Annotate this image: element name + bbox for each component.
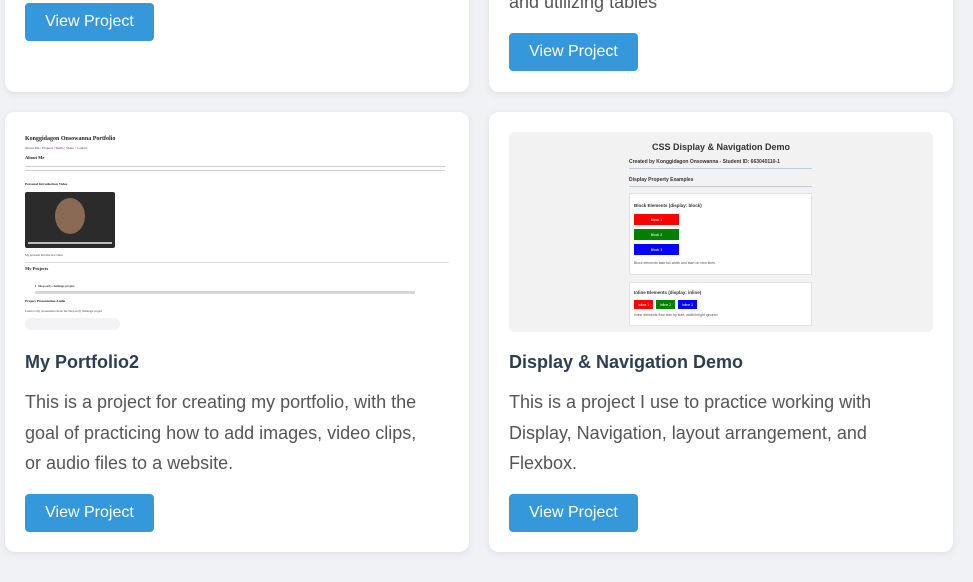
thumb-section-heading: Display Property Examples [629,177,812,187]
thumb-block-example: Block Elements (display: block) Block 1 … [629,193,812,275]
card-description: and utilizing tables [509,0,658,12]
thumb-heading: Personal Introduction Video [25,182,68,186]
view-project-button[interactable]: View Project [25,3,154,41]
thumb-inline-item: Inline 1 [634,300,653,309]
view-project-button[interactable]: View Project [509,33,638,71]
thumb-inline-note: Inline elements flow side by side, width… [634,313,718,317]
card-description-line: or audio files to a website. [25,453,234,473]
thumb-inline-item: Inline 3 [678,300,697,309]
thumb-audio-player [25,318,120,330]
view-project-button[interactable]: View Project [509,494,638,532]
card-description-line: This is a project for creating my portfo… [25,392,417,412]
card-description-line: This is a project I use to practice work… [509,392,872,412]
thumb-text: My personal introduction video [25,253,63,257]
thumb-page-title: Konggidagon Onsowanna Portfolio [25,136,116,142]
card-title: Display & Navigation Demo [509,352,744,372]
thumb-block-item: Block 1 [634,214,679,225]
card-description-line: Display, Navigation, layout arrangement,… [509,422,867,443]
project-card-portfolio2: Konggidagon Onsowanna Portfolio About Me… [5,112,469,552]
thumb-video [25,192,115,248]
thumb-block-item: Block 2 [634,229,679,240]
card-description: This is a project for creating my portfo… [25,387,455,479]
thumb-text [25,166,445,174]
card-description-line: goal of practicing how to add images, vi… [25,422,417,443]
thumb-heading: Project Presentation Audio [25,299,66,303]
thumb-block-note: Block elements take full width and start… [634,261,715,265]
thumb-inline-example: Inline Elements (display: inline) Inline… [629,282,812,326]
thumb-inline-label: Inline Elements (display: inline) [634,290,702,295]
thumb-divider [25,262,449,263]
project-card-top-left: View Project [5,0,469,92]
thumb-nav: About Me | Projects | Skills | Video | C… [25,146,88,150]
project-thumbnail[interactable]: CSS Display & Navigation Demo Created by… [509,132,933,332]
thumb-video-frame [55,198,85,234]
thumb-created-by: Created by Konggidagon Onsowanna - Stude… [629,159,812,169]
thumb-text: 1. Shop early challenge project. [35,284,76,288]
thumb-heading: My Projects [25,266,49,271]
thumb-text: Listen to my presentation about the Shop… [25,309,103,313]
thumb-block-item: Block 3 [634,244,679,255]
project-card-top-right: and utilizing tables View Project [489,0,953,92]
thumb-video-controls [28,242,112,244]
thumb-inline-item: Inline 2 [656,300,675,309]
card-description: This is a project I use to practice work… [509,387,939,479]
thumb-text [35,291,415,294]
project-thumbnail[interactable]: Konggidagon Onsowanna Portfolio About Me… [25,132,449,332]
thumb-heading: About Me [25,155,45,160]
card-description-line: Flexbox. [509,453,578,473]
card-title: My Portfolio2 [25,352,140,372]
project-card-display-demo: CSS Display & Navigation Demo Created by… [489,112,953,552]
thumb-block-label: Block Elements (display: block) [634,203,702,208]
thumb-demo-title: CSS Display & Navigation Demo [651,142,791,152]
view-project-button[interactable]: View Project [25,494,154,532]
